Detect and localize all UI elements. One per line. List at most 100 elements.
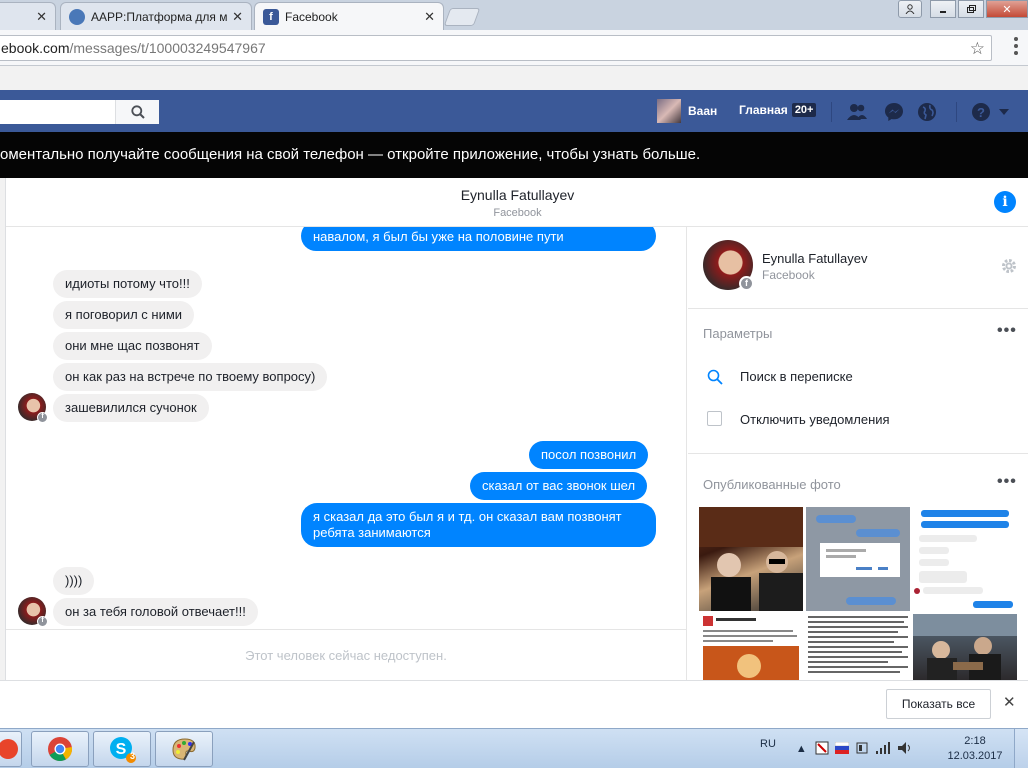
options-section-title[interactable]: Параметры [703,326,772,341]
mute-checkbox[interactable] [707,411,722,426]
taskbar-paint-button[interactable] [155,731,213,767]
message-bubble-outgoing[interactable]: сказал от вас звонок шел [470,472,648,500]
russian-flag-icon[interactable] [834,741,850,757]
restore-button[interactable] [958,0,984,18]
message-text: они мне щас позвонят [65,338,200,353]
conversation-details-panel: f Eynulla Fatullayev Facebook Параметры … [688,227,1028,680]
message-thread[interactable]: навалом, я был бы уже на половине пути и… [6,227,687,629]
facebook-favicon-icon: f [263,8,279,25]
close-icon[interactable]: ✕ [1003,693,1016,711]
shared-photo[interactable] [699,507,803,611]
browser-tab-aapp[interactable]: AAPP:Платформа для м ✕ [60,2,252,30]
system-tray: RU ▲ [760,729,913,768]
profile-icon[interactable] [898,0,922,18]
message-text: посол позвонил [541,447,637,462]
message-bubble-incoming[interactable]: он за тебя головой отвечает!!! [53,598,258,626]
search-conversation-link[interactable]: Поиск в переписке [740,369,853,384]
chrome-icon [48,737,73,762]
taskbar-skype-button[interactable]: S 3 [93,731,151,767]
minimize-button[interactable] [930,0,956,18]
message-text: )))) [65,573,83,588]
contact-avatar[interactable]: f [703,240,754,291]
contact-profile: f Eynulla Fatullayev Facebook [688,227,1028,309]
divider [688,453,1028,454]
tray-app-icon[interactable] [815,741,829,758]
sender-avatar[interactable]: f [18,597,48,627]
contact-name[interactable]: Eynulla Fatullayev [762,251,868,266]
tray-device-icon[interactable] [855,741,869,758]
home-link[interactable]: Главная 20+ [739,103,817,117]
browser-tab-facebook[interactable]: f Facebook ✕ [254,2,444,30]
message-text-line2: ребята занимаются [313,525,431,540]
show-all-button[interactable]: Показать все [886,689,991,719]
unavailable-notice: Этот человек сейчас недоступен. [6,629,687,680]
message-bubble-incoming[interactable]: зашевилился сучонок [53,394,209,422]
divider [956,102,957,122]
facebook-top-bar: Ваан Главная 20+ ? [0,90,1028,132]
message-bubble-outgoing[interactable]: я сказал да это был я и тд. он сказал ва… [301,503,656,547]
conversation-header: Eynulla Fatullayev Facebook i [6,178,1028,227]
home-label: Главная [739,103,788,117]
photos-more-icon[interactable]: ••• [997,473,1017,491]
shared-photo[interactable] [913,507,1017,611]
new-tab-button[interactable] [443,8,481,26]
shared-photos-title[interactable]: Опубликованные фото [703,477,841,492]
start-button[interactable] [0,731,22,767]
paint-palette-icon [172,738,196,761]
window-controls: ✕ [896,0,1028,18]
tray-expand-icon[interactable]: ▲ [796,743,807,755]
message-bubble-outgoing[interactable]: посол позвонил [529,441,649,469]
bookmark-star-icon[interactable]: ☆ [970,37,985,61]
shared-photo[interactable] [806,507,910,611]
app-promo-banner[interactable]: оментально получайте сообщения на свой т… [0,132,1028,178]
message-text: я сказал да это был я и тд. он сказал ва… [313,509,622,524]
taskbar-chrome-button[interactable] [31,731,89,767]
volume-icon[interactable] [897,741,913,758]
system-clock[interactable]: 2:18 12.03.2017 [944,734,1006,764]
message-bubble-outgoing[interactable]: навалом, я был бы уже на половине пути [301,227,656,251]
gear-icon[interactable] [1000,257,1018,280]
svg-text:S: S [116,741,127,758]
shared-photos-grid [699,507,1019,680]
search-icon [707,369,723,388]
browser-tab-previous[interactable]: ✕ [0,2,56,30]
shared-photo[interactable] [913,614,1017,680]
mute-notifications-label[interactable]: Отключить уведомления [740,412,890,427]
browser-menu-icon[interactable] [1014,37,1018,58]
help-icon[interactable]: ? [970,101,992,123]
url-path: /messages/t/100003249547967 [69,40,266,56]
search-button[interactable] [115,100,159,124]
close-window-button[interactable]: ✕ [986,0,1028,18]
options-more-icon[interactable]: ••• [997,322,1017,340]
windows-taskbar: S 3 RU ▲ 2:18 12.03.2017 [0,728,1028,768]
sender-avatar[interactable]: f [18,393,48,423]
network-signal-icon[interactable] [875,741,891,758]
url-input[interactable]: ebook.com/messages/t/100003249547967 ☆ [0,35,992,61]
messenger-icon[interactable] [883,101,905,123]
friend-requests-icon[interactable] [846,101,868,123]
show-desktop-button[interactable] [1014,729,1028,768]
facebook-badge-icon: f [37,616,48,627]
shared-photo[interactable] [699,614,803,680]
conversation-subtitle: Facebook [493,207,542,219]
account-menu-chevron-icon[interactable] [997,101,1011,123]
avatar [657,99,681,123]
profile-link[interactable]: Ваан [657,99,717,123]
notifications-globe-icon[interactable] [916,101,938,123]
message-bubble-incoming[interactable]: )))) [53,567,95,595]
close-tab-icon[interactable]: ✕ [424,9,435,25]
close-tab-icon[interactable]: ✕ [36,9,47,25]
message-bubble-incoming[interactable]: он как раз на встрече по твоему вопросу) [53,363,328,391]
message-bubble-incoming[interactable]: они мне щас позвонят [53,332,212,360]
download-bar: Показать все ✕ [0,680,1028,728]
clock-time: 2:18 [964,735,986,747]
message-bubble-incoming[interactable]: я поговорил с ними [53,301,195,329]
info-icon[interactable]: i [994,191,1016,213]
message-bubble-incoming[interactable]: идиоты потому что!!! [53,270,202,298]
shared-photo[interactable] [806,614,910,680]
facebook-search-input[interactable] [0,100,159,124]
close-tab-icon[interactable]: ✕ [232,9,243,25]
language-indicator[interactable]: RU [760,738,776,750]
message-text: он как раз на встрече по твоему вопросу) [65,369,316,384]
message-text: навалом, я был бы уже на половине пути [313,229,564,244]
